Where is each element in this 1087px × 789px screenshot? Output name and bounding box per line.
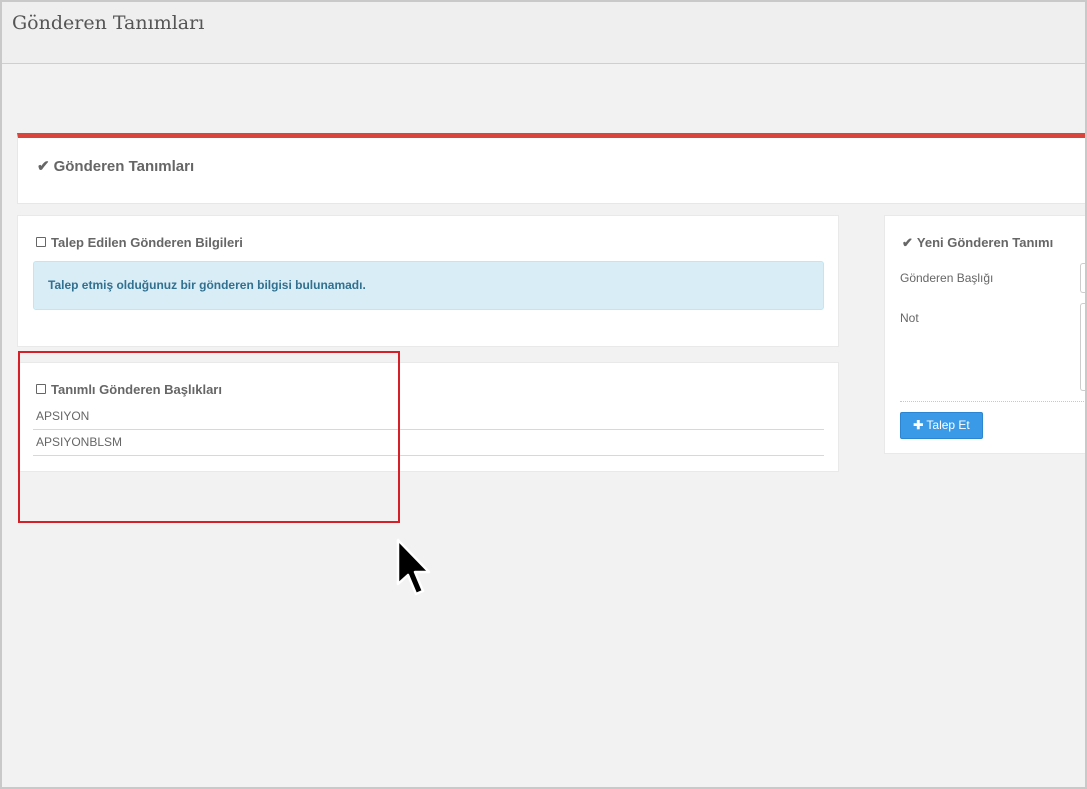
info-alert-text: Talep etmiş olduğunuz bir gönderen bilgi… (48, 278, 366, 292)
new-sender-title-wrap: ✔ Yeni Gönderen Tanımı (902, 235, 1053, 251)
portlet-title-wrap: ✔ Gönderen Tanımları (37, 157, 194, 175)
divider (900, 401, 1085, 402)
new-sender-title: Yeni Gönderen Tanımı (916, 235, 1054, 250)
requested-sender-title-wrap: Talep Edilen Gönderen Bilgileri (36, 235, 243, 250)
requested-sender-title: Talep Edilen Gönderen Bilgileri (51, 235, 243, 250)
sender-header-input[interactable] (1080, 263, 1085, 293)
highlight-box (18, 351, 400, 523)
request-button-label: Talep Et (926, 418, 970, 432)
note-textarea[interactable] (1080, 303, 1085, 391)
page-header: Gönderen Tanımları (2, 2, 1085, 64)
window-frame: Gönderen Tanımları ✔ Gönderen Tanımları T… (0, 0, 1087, 789)
portlet-title: Gönderen Tanımları (53, 158, 195, 175)
plus-icon: ✚ (913, 418, 924, 432)
request-button[interactable]: ✚ Talep Et (900, 412, 983, 439)
checked-box-icon (36, 237, 46, 247)
info-alert: Talep etmiş olduğunuz bir gönderen bilgi… (33, 261, 824, 310)
portlet-header: ✔ Gönderen Tanımları (17, 133, 1085, 204)
check-icon: ✔ (902, 235, 913, 250)
mouse-pointer-icon (396, 538, 431, 596)
page-title: Gönderen Tanımları (12, 12, 205, 34)
note-label: Not (900, 311, 919, 325)
check-icon: ✔ (37, 158, 50, 175)
requested-sender-card: Talep Edilen Gönderen Bilgileri Talep et… (17, 215, 839, 347)
new-sender-card: ✔ Yeni Gönderen Tanımı Gönderen Başlığı N… (884, 215, 1085, 454)
sender-header-label: Gönderen Başlığı (900, 271, 994, 285)
